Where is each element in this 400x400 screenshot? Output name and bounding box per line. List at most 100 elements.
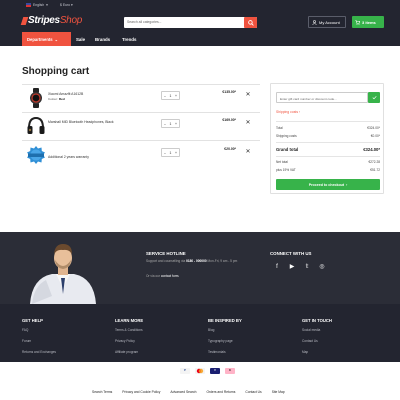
footer-link[interactable]: Testimonials bbox=[208, 350, 242, 354]
hotline-phone[interactable]: 0180 - 000000 bbox=[186, 259, 207, 263]
footer-column: GET IN TOUCH Social media Contact Us Map bbox=[302, 318, 332, 362]
twitter-icon[interactable]: 𝕥 bbox=[302, 262, 312, 272]
quantity-stepper[interactable]: –1 + bbox=[161, 119, 180, 128]
footer-link[interactable]: Returns and Exchanges bbox=[22, 350, 56, 354]
contact-form-link[interactable]: contact form. bbox=[161, 274, 179, 278]
paypal-icon: P bbox=[180, 368, 190, 374]
nav-link-trends[interactable]: Trends bbox=[122, 37, 136, 42]
close-icon[interactable]: ✕ bbox=[244, 148, 252, 156]
footer-link[interactable]: Blog bbox=[208, 328, 242, 332]
connect-title: CONNECT WITH US bbox=[270, 251, 312, 256]
footer-column: BE INSPIRED BY Blog Typography page Test… bbox=[208, 318, 242, 362]
shipping-link-label: Shipping costs bbox=[276, 110, 299, 114]
hotline-mail: Or via our contact form. bbox=[146, 274, 179, 278]
bottom-link[interactable]: Search Terms bbox=[92, 390, 112, 394]
search-button[interactable] bbox=[244, 17, 257, 28]
footer-heading: LEARN MORE bbox=[115, 318, 144, 323]
close-icon[interactable]: ✕ bbox=[244, 119, 252, 127]
chevron-right-icon: › bbox=[346, 182, 348, 187]
item-color-label: Colour: bbox=[48, 97, 58, 101]
minus-icon[interactable]: – bbox=[164, 94, 166, 98]
smartwatch-image bbox=[30, 88, 42, 108]
tax-row-value: €272.28 bbox=[368, 160, 380, 164]
quantity-value: 1 bbox=[169, 121, 172, 126]
flag-icon bbox=[26, 3, 31, 7]
quantity-stepper[interactable]: –1 + bbox=[161, 91, 180, 100]
nav-link-brands[interactable]: Brands bbox=[95, 37, 110, 42]
plus-icon[interactable]: + bbox=[175, 122, 177, 126]
checkout-button[interactable]: Proceed to checkout › bbox=[276, 179, 380, 190]
bottom-link[interactable]: Site Map bbox=[272, 390, 285, 394]
language-selector[interactable]: English ▾ bbox=[26, 3, 48, 7]
quantity-stepper[interactable]: –1 + bbox=[161, 148, 180, 157]
hotline-mail-prefix: Or via our bbox=[146, 274, 161, 278]
facebook-icon[interactable]: f bbox=[272, 262, 282, 272]
footer-link[interactable]: Affiliate program bbox=[115, 350, 143, 354]
shipping-costs-link[interactable]: Shipping costs › bbox=[276, 110, 300, 114]
instagram-icon[interactable]: ◎ bbox=[317, 262, 327, 272]
apply-code-button[interactable] bbox=[368, 92, 380, 103]
youtube-icon[interactable]: ▶ bbox=[287, 262, 297, 272]
footer-link[interactable]: Terms & Conditions bbox=[115, 328, 143, 332]
account-button[interactable]: My Account bbox=[308, 16, 346, 28]
bottom-link[interactable]: Contact Us bbox=[245, 390, 261, 394]
cart-button[interactable]: 3 items bbox=[352, 16, 384, 28]
footer-heading: GET IN TOUCH bbox=[302, 318, 332, 323]
footer-link[interactable]: Typography page bbox=[208, 339, 242, 343]
footer-link[interactable]: FAQ bbox=[22, 328, 56, 332]
cart-item: Additional 2 years warranty –1 + €20.00* … bbox=[22, 142, 260, 170]
item-name[interactable]: Marshall MID Bluetooth Headphones, Black bbox=[48, 120, 114, 124]
mastercard-icon bbox=[195, 368, 205, 374]
footer-link[interactable]: Contact Us bbox=[302, 339, 332, 343]
bottom-link[interactable]: Privacy and Cookie Policy bbox=[122, 390, 160, 394]
account-label: My Account bbox=[319, 19, 340, 25]
close-icon[interactable]: ✕ bbox=[244, 91, 252, 99]
departments-menu[interactable]: Departments ⌄ bbox=[22, 32, 71, 46]
logo[interactable]: Stripes Shop bbox=[20, 15, 82, 26]
bottom-link[interactable]: Orders and Returns bbox=[206, 390, 235, 394]
quantity-value: 1 bbox=[169, 150, 172, 155]
gift-card-input[interactable]: Enter gift card number or discount code.… bbox=[276, 92, 368, 103]
item-color-value: Red bbox=[58, 97, 65, 101]
footer-link[interactable]: Privacy Policy bbox=[115, 339, 143, 343]
nav-link-sale[interactable]: Sale bbox=[76, 37, 85, 42]
search-input[interactable]: Search all categories... bbox=[124, 17, 257, 28]
user-icon bbox=[312, 19, 317, 25]
logo-accent-text: Shop bbox=[59, 15, 82, 26]
hotline-text: Support and counselling via 0180 - 00000… bbox=[146, 259, 237, 263]
footer-link[interactable]: Map bbox=[302, 350, 332, 354]
plus-icon[interactable]: + bbox=[175, 151, 177, 155]
check-icon bbox=[372, 96, 377, 100]
summary-row-label: Total bbox=[276, 126, 283, 130]
hotline-suffix: Mon-Fri, 9 am - 5 pm bbox=[206, 259, 238, 263]
tax-row: plus 19% VAT €51.72 bbox=[276, 168, 380, 172]
summary-row-value: €324.00* bbox=[367, 126, 380, 130]
summary-row: Total €324.00* bbox=[276, 126, 380, 130]
warranty-badge-image bbox=[27, 146, 45, 164]
summary-row: Shipping costs €0.00* bbox=[276, 134, 380, 138]
minus-icon[interactable]: – bbox=[164, 122, 166, 126]
minus-icon[interactable]: – bbox=[164, 151, 166, 155]
item-price: €135.00* bbox=[222, 90, 236, 94]
divider bbox=[22, 140, 260, 141]
bottom-link[interactable]: Advanced Search bbox=[170, 390, 196, 394]
divider bbox=[276, 142, 380, 143]
item-name[interactable]: Additional 2 years warranty bbox=[48, 155, 89, 159]
currency-selector[interactable]: $ Euro ▾ bbox=[60, 3, 73, 7]
grand-total-value: €324.00* bbox=[363, 147, 380, 152]
footer-heading: GET HELP bbox=[22, 318, 43, 323]
cart-item: Marshall MID Bluetooth Headphones, Black… bbox=[22, 113, 260, 141]
plus-icon[interactable]: + bbox=[175, 94, 177, 98]
item-name[interactable]: Xiaomi Amazfit A1612B bbox=[48, 92, 83, 96]
language-label: English bbox=[33, 3, 45, 7]
bottom-links: Search Terms Privacy and Cookie Policy A… bbox=[92, 390, 285, 394]
divider bbox=[276, 121, 380, 122]
footer-link[interactable]: Forum bbox=[22, 339, 56, 343]
chevron-down-icon: ▾ bbox=[70, 3, 73, 7]
main-nav: Departments ⌄ Sale Brands Trends bbox=[0, 32, 400, 46]
footer-link[interactable]: Social media bbox=[302, 328, 332, 332]
tax-row-label: plus 19% VAT bbox=[276, 168, 296, 172]
order-summary: Enter gift card number or discount code.… bbox=[270, 83, 384, 194]
item-color: Colour: Red bbox=[48, 97, 65, 101]
item-price: €20.00* bbox=[224, 147, 236, 151]
